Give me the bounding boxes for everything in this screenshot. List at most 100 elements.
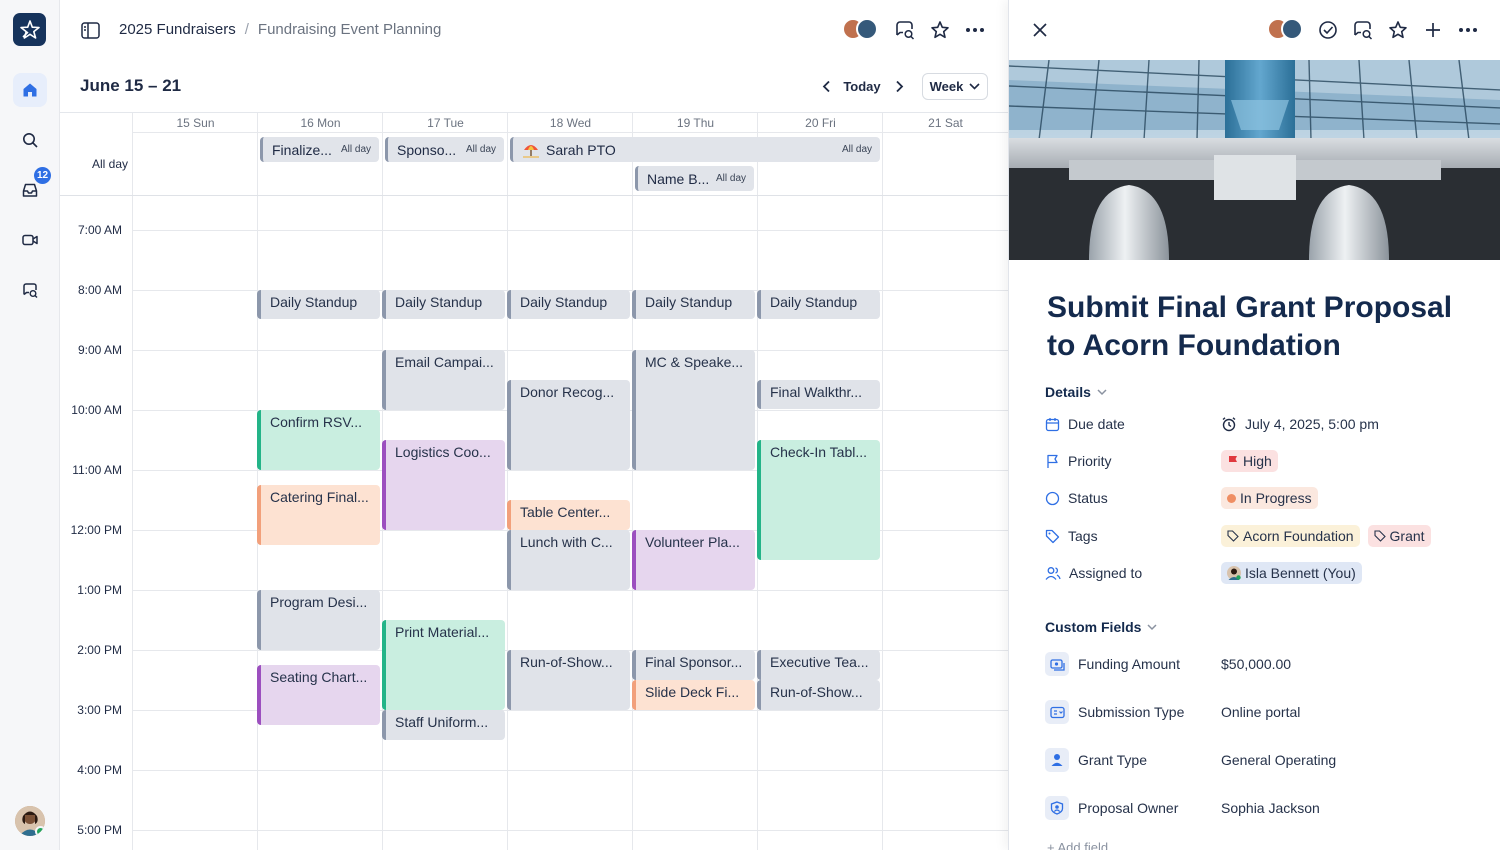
tag-icon <box>1227 530 1239 542</box>
add-field-button[interactable]: + Add field <box>1047 840 1108 850</box>
star-logo-icon <box>19 19 40 39</box>
assignee-chip[interactable]: Isla Bennett (You) <box>1221 562 1362 584</box>
more-options-button[interactable] <box>962 17 988 43</box>
calendar-event[interactable]: Daily Standup <box>382 290 505 319</box>
hour-label: 4:00 PM <box>77 763 122 777</box>
tag-chip[interactable]: Grant <box>1367 525 1431 547</box>
task-detail-panel: Submit Final Grant Proposal to Acorn Fou… <box>1008 0 1500 850</box>
custom-field-row[interactable]: Funding Amount $50,000.00 <box>1045 649 1485 679</box>
breadcrumb-space[interactable]: 2025 Fundraisers <box>119 21 236 38</box>
calendar-event[interactable]: Final Walkthr... <box>757 380 880 409</box>
day-header[interactable]: 18 Wed <box>508 116 633 130</box>
calendar-event[interactable]: Catering Final... <box>257 485 380 545</box>
day-header[interactable]: 21 Sat <box>883 116 1008 130</box>
custom-field-row[interactable]: Grant Type General Operating <box>1045 745 1485 775</box>
day-header[interactable]: 17 Tue <box>383 116 508 130</box>
view-selector[interactable]: Week <box>922 73 988 100</box>
video-icon <box>22 234 38 246</box>
comments-button[interactable] <box>892 17 918 43</box>
allday-event[interactable]: Name B... All day <box>635 166 754 191</box>
calendar-event[interactable]: Final Sponsor... <box>632 650 755 680</box>
breadcrumb-page[interactable]: Fundraising Event Planning <box>258 21 441 38</box>
date-range-title: June 15 – 21 <box>80 76 182 95</box>
calendar-event[interactable]: Email Campai... <box>382 350 505 410</box>
day-header[interactable]: 19 Thu <box>633 116 758 130</box>
avatar <box>1281 18 1303 40</box>
calendar-event[interactable]: Print Material... <box>382 620 505 710</box>
custom-field-value[interactable]: General Operating <box>1221 752 1336 768</box>
due-date-value: July 4, 2025, 5:00 pm <box>1245 416 1379 432</box>
custom-fields-toggle[interactable]: Custom Fields <box>1045 619 1157 635</box>
today-button[interactable]: Today <box>842 74 882 98</box>
custom-field-value[interactable]: Online portal <box>1221 704 1300 720</box>
status-badge[interactable]: In Progress <box>1221 487 1318 509</box>
inbox-icon <box>22 183 38 197</box>
previous-week-button[interactable] <box>816 74 836 98</box>
calendar-event[interactable]: Donor Recog... <box>507 380 630 470</box>
star-icon <box>1389 21 1407 39</box>
calendar-event[interactable]: Daily Standup <box>507 290 630 319</box>
priority-badge[interactable]: High <box>1221 450 1278 472</box>
calendar-event[interactable]: Seating Chart... <box>257 665 380 725</box>
task-title[interactable]: Submit Final Grant Proposal to Acorn Fou… <box>1047 289 1477 365</box>
custom-field-row[interactable]: Submission Type Online portal <box>1045 697 1485 727</box>
status-row[interactable]: Status In Progress <box>1045 486 1485 510</box>
calendar-event[interactable]: Confirm RSV... <box>257 410 380 470</box>
priority-row[interactable]: Priority High <box>1045 449 1485 473</box>
calendar-event[interactable]: Table Center... <box>507 500 630 530</box>
due-date-row[interactable]: Due date July 4, 2025, 5:00 pm <box>1045 412 1485 436</box>
check-circle-icon <box>1319 21 1337 39</box>
calendar-event[interactable]: MC & Speake... <box>632 350 755 470</box>
day-header[interactable]: 20 Fri <box>758 116 883 130</box>
chevron-down-icon <box>1097 388 1107 395</box>
calendar-event[interactable]: Run-of-Show... <box>507 650 630 710</box>
search-nav[interactable] <box>13 123 47 157</box>
calendar-event[interactable]: Check-In Tabl... <box>757 440 880 560</box>
calendar-event[interactable]: Daily Standup <box>632 290 755 319</box>
workspace-logo[interactable] <box>13 13 46 46</box>
watchers-avatars[interactable] <box>1267 18 1303 40</box>
favorite-button[interactable] <box>927 17 953 43</box>
calendar-event[interactable]: Logistics Coo... <box>382 440 505 530</box>
calendar-event[interactable]: Program Desi... <box>257 590 380 650</box>
mark-complete-button[interactable] <box>1315 17 1341 43</box>
calendar-event[interactable]: Daily Standup <box>757 290 880 319</box>
tag-chip[interactable]: Acorn Foundation <box>1221 525 1360 547</box>
custom-field-value[interactable]: Sophia Jackson <box>1221 800 1320 816</box>
panel-favorite-button[interactable] <box>1385 17 1411 43</box>
custom-field-row[interactable]: Proposal Owner Sophia Jackson <box>1045 793 1485 823</box>
panel-more-button[interactable] <box>1455 17 1481 43</box>
home-icon <box>23 83 37 97</box>
calendar-event[interactable]: Daily Standup <box>257 290 380 319</box>
calendar-event[interactable]: Run-of-Show... <box>757 680 880 710</box>
add-button[interactable] <box>1420 17 1446 43</box>
allday-event[interactable]: Sarah PTO All day <box>510 137 880 162</box>
panel-comments-button[interactable] <box>1350 17 1376 43</box>
custom-field-value[interactable]: $50,000.00 <box>1221 656 1291 672</box>
day-header[interactable]: 15 Sun <box>133 116 258 130</box>
close-panel-button[interactable] <box>1027 17 1053 43</box>
grid-line <box>132 113 133 850</box>
video-nav[interactable] <box>13 223 47 257</box>
chat-nav[interactable] <box>13 273 47 307</box>
tags-row[interactable]: Tags Acorn Foundation Grant <box>1045 524 1485 548</box>
collaborator-avatars[interactable] <box>842 18 878 40</box>
day-header[interactable]: 16 Mon <box>258 116 383 130</box>
user-avatar[interactable] <box>15 806 45 836</box>
calendar-event[interactable]: Volunteer Pla... <box>632 530 755 590</box>
next-week-button[interactable] <box>889 74 909 98</box>
allday-event[interactable]: Sponso... All day <box>385 137 504 162</box>
status-value: In Progress <box>1240 490 1312 506</box>
assigned-row[interactable]: Assigned to Isla Bennett (You) <box>1045 561 1485 585</box>
close-icon <box>1033 23 1047 37</box>
home-nav[interactable] <box>13 73 47 107</box>
allday-event[interactable]: Finalize... All day <box>260 137 379 162</box>
calendar-event[interactable]: Slide Deck Fi... <box>632 680 755 710</box>
calendar-event[interactable]: Executive Tea... <box>757 650 880 680</box>
calendar-event[interactable]: Staff Uniform... <box>382 710 505 740</box>
tag-icon <box>1373 530 1386 542</box>
inbox-nav[interactable]: 12 <box>13 167 52 207</box>
details-section-toggle[interactable]: Details <box>1045 384 1107 400</box>
toggle-sidebar-button[interactable] <box>77 17 103 43</box>
calendar-event[interactable]: Lunch with C... <box>507 530 630 590</box>
